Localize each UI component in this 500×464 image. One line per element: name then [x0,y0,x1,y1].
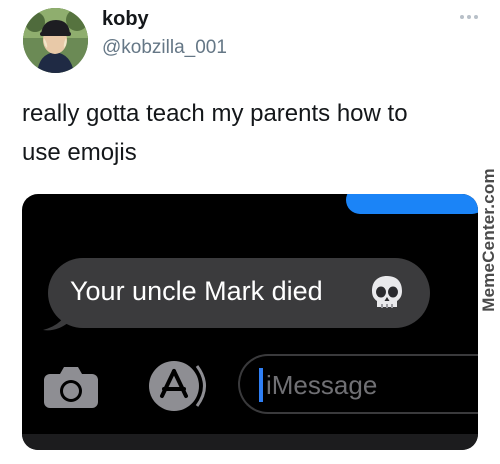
app-store-icon[interactable] [146,358,208,414]
received-message-text: Your uncle Mark died [70,276,323,306]
tweet-text: really gotta teach my parents how to use… [22,100,408,166]
camera-icon[interactable] [42,364,100,410]
tweet-card: koby @kobzilla_001 really gotta teach my… [0,0,500,464]
sent-message-bubble [346,194,478,214]
skull-emoji [370,274,404,312]
user-handle[interactable]: @kobzilla_001 [102,37,227,59]
avatar[interactable] [23,8,88,73]
text-caret [259,368,263,402]
more-horizontal-icon[interactable] [458,10,480,22]
watermark-text: MemeCenter.com [479,168,498,312]
message-screenshot: Your uncle Mark died iMessage [22,194,478,450]
display-name[interactable]: koby [102,8,149,31]
bottom-bar [22,434,478,450]
watermark: MemeCenter.com [478,168,500,312]
message-input-placeholder: iMessage [266,370,378,400]
